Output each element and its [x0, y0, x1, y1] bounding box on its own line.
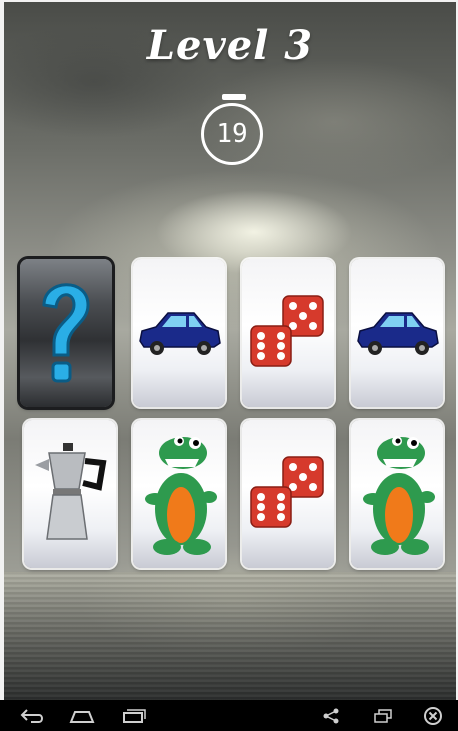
red-dice-icon — [250, 456, 324, 528]
share-button[interactable] — [316, 700, 346, 731]
coffee-moka-pot-icon — [35, 443, 107, 540]
green-dinosaur-toy-icon — [363, 436, 435, 555]
card-5-coffee-pot[interactable] — [24, 420, 116, 568]
blue-car-icon — [357, 312, 439, 355]
back-button[interactable] — [14, 700, 50, 731]
level-title: Level 3 — [146, 22, 314, 69]
card-3-dice[interactable] — [242, 259, 334, 407]
back-icon — [20, 708, 43, 723]
home-button[interactable] — [64, 700, 100, 731]
close-icon — [424, 706, 442, 725]
card-4-car[interactable] — [351, 259, 443, 407]
recent-apps-icon — [123, 708, 146, 723]
home-icon — [69, 710, 95, 723]
window-icon — [374, 708, 392, 723]
close-button[interactable] — [418, 700, 448, 731]
sea-background — [4, 572, 456, 702]
question-mark-icon — [42, 283, 90, 383]
green-dinosaur-toy-icon — [145, 436, 217, 555]
red-dice-icon — [250, 295, 324, 367]
system-navigation-bar — [0, 700, 458, 731]
card-6-dinosaur[interactable] — [133, 420, 225, 568]
blue-car-icon — [139, 312, 221, 355]
countdown-timer: 19 — [201, 103, 263, 165]
card-8-dinosaur[interactable] — [351, 420, 443, 568]
window-button[interactable] — [368, 700, 398, 731]
share-icon — [323, 708, 339, 723]
recent-apps-button[interactable] — [116, 700, 152, 731]
stopwatch-icon — [222, 94, 246, 100]
game-screen: Level 3 19 — [0, 0, 458, 731]
card-7-dice[interactable] — [242, 420, 334, 568]
card-1-face-down[interactable] — [20, 259, 112, 407]
card-2-car[interactable] — [133, 259, 225, 407]
